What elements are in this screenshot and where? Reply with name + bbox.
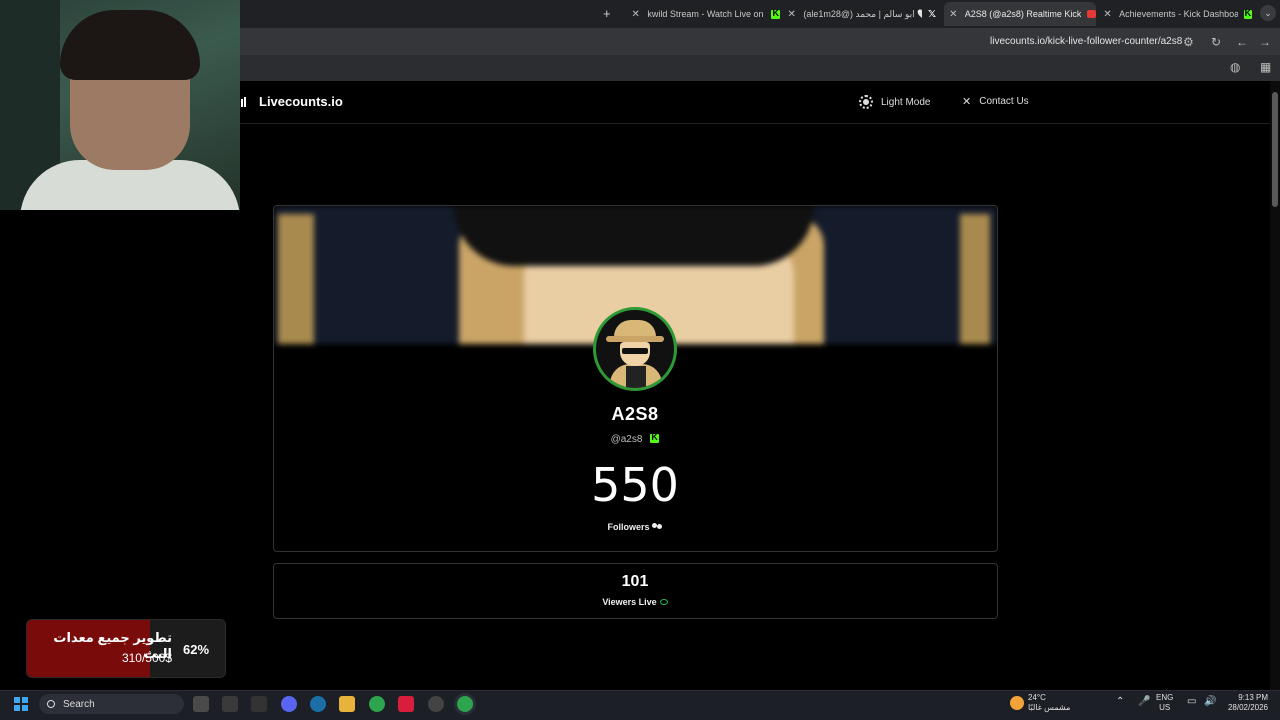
site-settings-icon[interactable]: ⚙ bbox=[1183, 35, 1194, 49]
viewers-label-row: Viewers Live bbox=[560, 597, 710, 607]
volume-icon[interactable]: 🔊 bbox=[1204, 697, 1216, 707]
chrome-active-icon[interactable] bbox=[457, 696, 473, 712]
close-icon[interactable]: ✕ bbox=[630, 9, 641, 20]
clock-time: 9:13 PM bbox=[1238, 693, 1268, 702]
scrollbar-thumb[interactable] bbox=[1272, 92, 1278, 207]
kick-icon bbox=[771, 8, 780, 19]
screen: + ✕ kwild Stream - Watch Live on K ✕ (al… bbox=[0, 0, 1280, 720]
lang-top: ENG bbox=[1156, 693, 1174, 702]
goal-percent: 62% bbox=[183, 642, 210, 657]
viewer-count: 101 bbox=[621, 573, 649, 590]
kick-icon bbox=[650, 432, 660, 443]
tab-kick-stream[interactable]: ✕ kwild Stream - Watch Live on K bbox=[630, 2, 780, 26]
steam-icon[interactable] bbox=[310, 696, 326, 712]
eye-icon bbox=[659, 599, 668, 605]
tab-title: A2S8 (@a2s8) Realtime Kick Liv bbox=[964, 9, 1082, 19]
microphone-icon[interactable]: 🎤 bbox=[1138, 697, 1150, 707]
channel-handle-row: @a2s8 bbox=[560, 432, 710, 445]
taskbar bbox=[0, 690, 1280, 720]
chrome-icon[interactable] bbox=[369, 696, 385, 712]
tab-title: Achievements - Kick Dashboard bbox=[1119, 9, 1238, 19]
avatar bbox=[593, 307, 677, 391]
tab-search-button[interactable]: ⌄ bbox=[1260, 5, 1276, 21]
app-icon[interactable] bbox=[398, 696, 414, 712]
close-icon[interactable]: ✕ bbox=[1102, 9, 1113, 20]
app-icon[interactable] bbox=[222, 696, 238, 712]
reload-icon[interactable]: ↻ bbox=[1211, 35, 1221, 49]
close-icon[interactable]: ✕ bbox=[948, 9, 959, 20]
live-icon bbox=[1087, 10, 1096, 18]
tab-title: kwild Stream - Watch Live on K bbox=[647, 9, 766, 19]
followers-label: Followers bbox=[607, 522, 650, 532]
close-icon[interactable]: ✕ bbox=[786, 9, 797, 20]
obs-icon[interactable] bbox=[428, 696, 444, 712]
site-header bbox=[240, 81, 1270, 124]
channel-handle: @a2s8 bbox=[610, 434, 643, 445]
webcam-overlay bbox=[0, 0, 240, 210]
epic-games-icon[interactable] bbox=[251, 696, 267, 712]
follower-count: 550 bbox=[591, 458, 679, 512]
task-view-icon[interactable] bbox=[193, 696, 209, 712]
globe-icon[interactable]: ◍ bbox=[1230, 60, 1240, 74]
users-icon bbox=[651, 523, 663, 531]
tab-title: (ale1m28@) ابو سالم | محمد 🤍 bbox=[803, 8, 922, 19]
clock-date: 28/02/2026 bbox=[1227, 703, 1268, 712]
weather-desc: مشمس غالبًا bbox=[1028, 703, 1071, 712]
tab-x-profile[interactable]: ✕ (ale1m28@) ابو سالم | محمد 🤍 𝕏 bbox=[786, 2, 937, 26]
contact-link[interactable]: ✕ Contact Us bbox=[962, 95, 1029, 108]
file-explorer-icon[interactable] bbox=[339, 696, 355, 712]
light-mode-toggle[interactable]: Light Mode bbox=[859, 95, 930, 109]
clock[interactable]: 9:13 PM 28/02/2026 bbox=[1222, 693, 1268, 713]
x-icon: 𝕏 bbox=[927, 8, 936, 20]
apps-icon[interactable]: ▦ bbox=[1260, 60, 1271, 74]
language-indicator[interactable]: ENG US bbox=[1156, 693, 1173, 713]
lang-bottom: US bbox=[1159, 703, 1171, 712]
discord-icon[interactable] bbox=[281, 696, 297, 712]
goal-amount: 310/500$ bbox=[121, 651, 172, 665]
windows-start-icon[interactable] bbox=[14, 697, 28, 711]
network-icon[interactable]: ▭ bbox=[1187, 697, 1196, 707]
chevron-up-icon[interactable]: ⌃ bbox=[1116, 697, 1124, 707]
taskbar-search[interactable]: Search bbox=[39, 694, 184, 714]
weather-temp: 24°C bbox=[1028, 693, 1046, 702]
site-brand[interactable]: Livecounts.io bbox=[259, 94, 343, 109]
new-tab-button[interactable]: + bbox=[603, 6, 611, 21]
viewers-label: Viewers Live bbox=[602, 597, 657, 607]
light-mode-label: Light Mode bbox=[881, 96, 931, 108]
donation-goal-widget: تطوير جميع معدات البث 310/500$ 62% bbox=[26, 619, 226, 678]
url-field[interactable]: livecounts.io/kick-live-follower-counter… bbox=[990, 36, 1182, 47]
weather-widget[interactable]: 24°C مشمس غالبًا bbox=[1028, 693, 1070, 713]
kick-icon bbox=[1243, 8, 1252, 19]
followers-label-row: Followers bbox=[560, 522, 710, 532]
search-icon bbox=[47, 700, 55, 708]
tab-livecounts[interactable]: ✕ A2S8 (@a2s8) Realtime Kick Liv bbox=[944, 2, 1096, 26]
back-icon[interactable]: ← bbox=[1236, 35, 1248, 49]
channel-name: A2S8 bbox=[611, 404, 659, 424]
weather-icon[interactable] bbox=[1010, 696, 1024, 710]
x-icon: ✕ bbox=[962, 96, 972, 108]
forward-icon[interactable]: → bbox=[1259, 35, 1271, 49]
viewers-card bbox=[273, 563, 998, 619]
search-placeholder: Search bbox=[63, 698, 95, 710]
contact-label: Contact Us bbox=[979, 96, 1029, 107]
tab-kick-dashboard[interactable]: ✕ Achievements - Kick Dashboard bbox=[1102, 2, 1252, 26]
sun-icon bbox=[859, 95, 873, 109]
